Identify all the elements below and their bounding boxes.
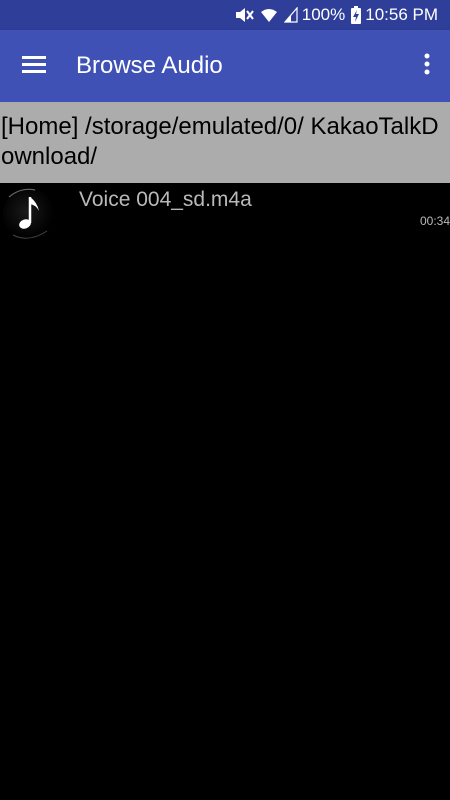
signal-icon — [283, 7, 298, 23]
current-path: [Home] /storage/emulated/0/ KakaoTalkDow… — [0, 102, 450, 183]
file-duration: 00:34 — [419, 214, 450, 228]
file-name: Voice 004_sd.m4a — [79, 188, 252, 211]
music-note-icon — [3, 185, 55, 243]
mute-icon — [234, 6, 254, 24]
battery-charging-icon — [351, 6, 362, 24]
app-bar: Browse Audio — [0, 30, 450, 102]
file-list: Voice 004_sd.m4a 00:34 — [0, 183, 450, 800]
status-bar: 100% 10:56 PM — [0, 0, 450, 30]
hamburger-menu-icon — [21, 54, 47, 79]
page-title: Browse Audio — [76, 52, 223, 79]
battery-percent: 100% — [301, 5, 346, 24]
navigation-menu-button[interactable] — [10, 44, 58, 88]
list-item[interactable]: Voice 004_sd.m4a 00:34 — [0, 183, 450, 245]
overflow-menu-icon — [424, 53, 430, 80]
wifi-icon — [260, 7, 278, 23]
clock: 10:56 PM — [365, 5, 438, 24]
overflow-menu-button[interactable] — [410, 44, 444, 88]
